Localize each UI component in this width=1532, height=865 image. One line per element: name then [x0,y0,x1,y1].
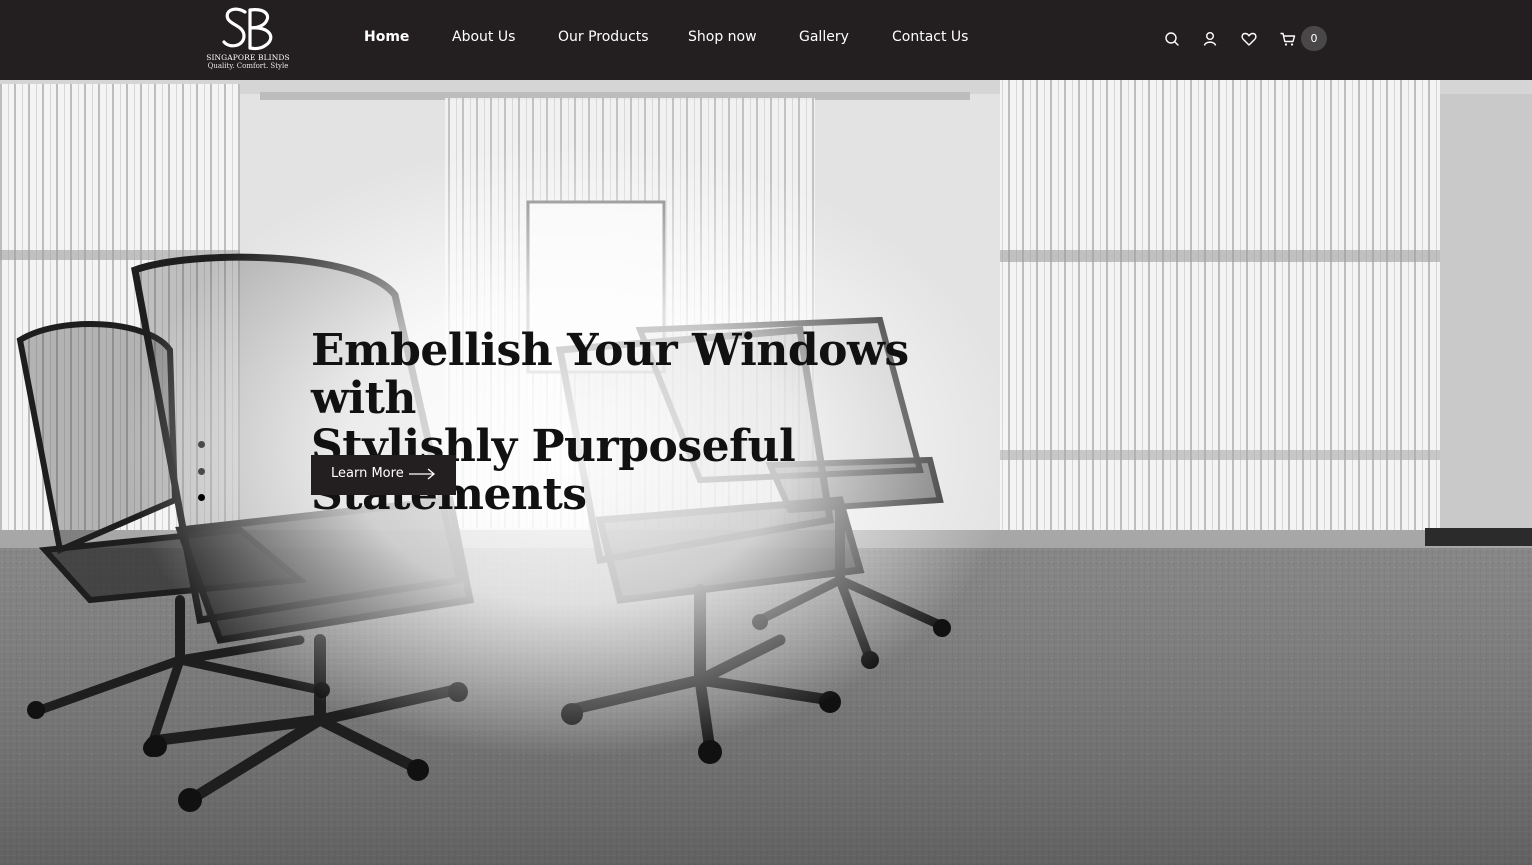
nav-our-products[interactable]: Our Products [558,29,649,45]
brand-name: SINGAPORE BLINDS [206,53,290,62]
user-icon[interactable] [1201,30,1219,48]
slider-pagination [197,438,207,504]
learn-more-button[interactable]: Learn More [311,455,456,495]
search-icon[interactable] [1163,30,1181,48]
brand-logo[interactable]: SINGAPORE BLINDS Quality. Comfort. Style [200,4,296,74]
hero-heading-line-1: Embellish Your Windows with [311,325,909,424]
monogram-logo-icon [222,7,273,51]
nav-shop-now[interactable]: Shop now [688,29,757,45]
learn-more-label: Learn More [331,466,404,481]
nav-contact-us[interactable]: Contact Us [892,29,968,45]
nav-gallery[interactable]: Gallery [799,29,849,45]
arrow-right-icon [408,467,436,485]
cart-count-badge[interactable]: 0 [1301,26,1327,51]
nav-home[interactable]: Home [364,29,409,45]
heart-icon[interactable] [1240,30,1258,48]
cart-icon[interactable] [1279,30,1297,48]
brand-tagline: Quality. Comfort. Style [207,62,289,70]
slider-dot-1[interactable] [198,441,205,448]
slider-dot-3[interactable] [198,494,205,501]
slider-dot-2[interactable] [198,468,205,475]
nav-about-us[interactable]: About Us [452,29,515,45]
site-header: SINGAPORE BLINDS Quality. Comfort. Style… [0,0,1532,80]
